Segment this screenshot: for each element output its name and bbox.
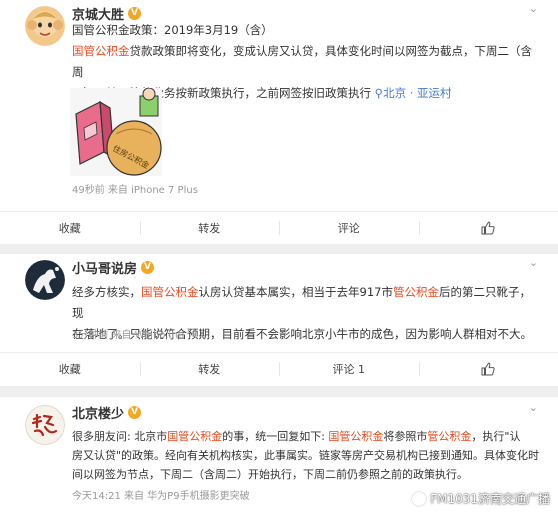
username[interactable]: 北京楼少 <box>72 403 124 422</box>
weibo-post-2: 小马哥说房 V ⌄ 经多方核实，国管公积金认房认贷基本属实，相当于去年917市管… <box>0 254 558 386</box>
verified-badge-icon: V <box>128 7 142 20</box>
post-intro: 国管公积金政策：2019年3月19（含） <box>72 23 273 37</box>
post-image[interactable]: 住房公积金 <box>70 88 162 176</box>
post-text-span: ，执行"认 <box>471 430 521 443</box>
post-text-span: 的事，统一回复如下: <box>222 430 329 443</box>
post-text: 很多朋友问: 北京市国管公积金的事，统一回复如下: 国管公积金将参照市管公积金，… <box>72 427 542 484</box>
username-row: 小马哥说房 V <box>72 258 155 277</box>
topic-link[interactable]: 国管公积金 <box>141 285 199 299</box>
post-text-span: 将参照市 <box>383 430 428 443</box>
chevron-down-icon[interactable]: ⌄ <box>529 2 538 15</box>
topic-link[interactable]: 管公积金 <box>393 285 439 299</box>
post-text-span: 认房认贷基本属实，相当于去年917市 <box>198 285 393 299</box>
post-line-1: 国管公积金贷款政策即将变化，变成认房又认贷，具体变化时间以网签为截点，下周二（含… <box>72 41 542 83</box>
location-text: 北京 · 亚运村 <box>383 86 452 100</box>
topic-link[interactable]: 国管公积金 <box>167 430 222 443</box>
weibo-post-1: 京城大胜 V ⌄ 国管公积金政策：2019年3月19（含） 国管公积金贷款政策即… <box>0 0 558 244</box>
like-button[interactable] <box>418 212 558 243</box>
comment-button[interactable]: 评论 1 <box>279 353 419 384</box>
location-pin-icon: ⚲ <box>374 86 384 100</box>
post-line-3: 间以网签为节点，下周二（含周二）开始执行，下周二前仍参照之前的政策执行。 <box>72 468 468 481</box>
post-line-1: 很多朋友问: 北京市国管公积金的事，统一回复如下: 国管公积金将参照市管公积金，… <box>72 427 542 446</box>
watermark: FM1031济南交通广播 <box>412 490 550 507</box>
repost-label: 转发 <box>198 221 221 235</box>
post-meta: 49秒前 来自 iPhone 7 Plus <box>72 185 198 196</box>
repost-button[interactable]: 转发 <box>139 212 280 243</box>
repost-label: 转发 <box>198 362 221 376</box>
post-line-1: 经多方核实，国管公积金认房认贷基本属实，相当于去年917市管公积金后的第二只靴子… <box>72 282 542 324</box>
thumbs-up-icon <box>481 362 495 375</box>
post-text-span: 经多方核实， <box>72 285 141 299</box>
action-bar: 收藏 转发 评论 <box>0 211 558 243</box>
weibo-post-3: 北京楼少 V ⌄ 很多朋友问: 北京市国管公积金的事，统一回复如下: 国管公积金… <box>0 397 558 513</box>
watermark-text: FM1031济南交通广播 <box>430 492 550 506</box>
avatar[interactable] <box>25 405 65 445</box>
like-button[interactable] <box>418 353 558 384</box>
chevron-down-icon[interactable]: ⌄ <box>529 401 538 414</box>
favorite-button[interactable]: 收藏 <box>0 353 140 384</box>
comment-label: 评论 <box>337 221 360 235</box>
avatar[interactable] <box>25 260 65 300</box>
username-row: 北京楼少 V <box>72 403 142 422</box>
favorite-button[interactable]: 收藏 <box>0 212 140 243</box>
avatar[interactable] <box>25 6 65 46</box>
action-bar: 收藏 转发 评论 1 <box>0 352 558 384</box>
post-line-2: 房又认贷"的政策。经向有关机构核实，此事属实。链家等房产交易机构已接到通知。具体… <box>72 449 540 462</box>
comment-label: 评论 1 <box>332 362 366 376</box>
verified-badge-icon: V <box>141 261 155 274</box>
username[interactable]: 小马哥说房 <box>72 258 137 277</box>
favorite-label: 收藏 <box>58 221 81 235</box>
location-link[interactable]: ⚲北京 · 亚运村 <box>375 86 452 100</box>
favorite-label: 收藏 <box>58 362 81 376</box>
repost-button[interactable]: 转发 <box>139 353 280 384</box>
post-line-1-text: 贷款政策即将变化，变成认房又认贷，具体变化时间以网签为截点，下周二（含周 <box>72 44 532 79</box>
post-text-span: 很多朋友问: 北京市 <box>72 430 168 443</box>
post-meta: 今天14:21 来自 华为P9手机摄影更突破 <box>72 491 250 502</box>
post-meta: 3分钟前 来自 Weibo.intl <box>72 330 185 341</box>
topic-link[interactable]: 国管公积金 <box>72 44 130 58</box>
verified-badge-icon: V <box>128 406 142 419</box>
comment-button[interactable]: 评论 <box>279 212 419 243</box>
chevron-down-icon[interactable]: ⌄ <box>529 256 538 269</box>
topic-link[interactable]: 国管公积金 <box>328 430 383 443</box>
topic-link[interactable]: 管公积金 <box>427 430 471 443</box>
thumbs-up-icon <box>481 221 495 234</box>
wechat-icon <box>412 491 427 506</box>
